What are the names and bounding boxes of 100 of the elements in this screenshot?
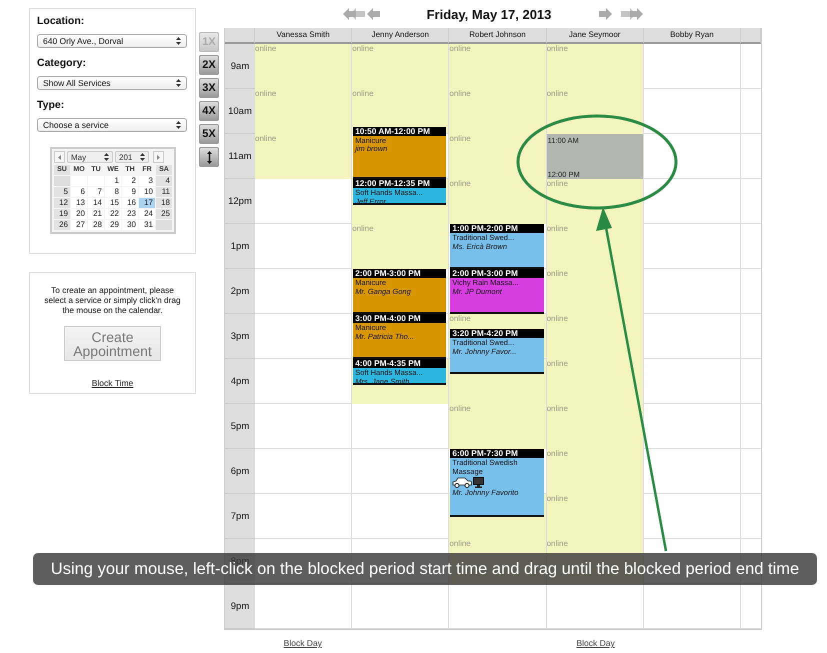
day-cell[interactable]: 24	[139, 209, 155, 219]
day-cell[interactable]: 3	[139, 176, 155, 186]
day-cell[interactable]: 26	[54, 220, 70, 230]
dropdown-arrows-icon	[176, 37, 181, 45]
day-cell[interactable]: 16	[122, 198, 138, 208]
dropdown-arrows-icon	[140, 153, 145, 161]
online-label: online	[546, 179, 568, 188]
day-cell[interactable]: 8	[105, 187, 121, 197]
online-label: online	[546, 269, 568, 278]
dropdown-arrows-icon	[176, 79, 181, 87]
date-title: Friday, May 17, 2013	[426, 6, 552, 22]
dropdown-arrows-icon	[176, 121, 181, 129]
filter-select[interactable]: 640 Orly Ave., Dorval	[37, 34, 187, 48]
day-cell[interactable]: 30	[122, 220, 138, 230]
day-cell[interactable]: 5	[54, 187, 70, 197]
online-label: online	[546, 359, 568, 368]
zoom-button[interactable]: 3X	[199, 78, 219, 98]
hour-label: 9pm	[230, 600, 250, 612]
day-cell[interactable]: 18	[156, 198, 172, 208]
online-label: online	[546, 404, 568, 413]
staff-header: Bobby Ryan	[644, 28, 741, 44]
hour-label: 10am	[228, 106, 252, 116]
appointment-time: 3:20 PM-4:20 PM	[450, 329, 544, 338]
month-select[interactable]: May	[67, 151, 113, 163]
day-cell[interactable]: 10	[139, 187, 155, 197]
online-label: online	[546, 44, 568, 53]
hour-label: 3pm	[230, 330, 250, 342]
day-cell[interactable]: 20	[71, 209, 87, 219]
expand-button[interactable]	[199, 147, 219, 167]
first-page-icon[interactable]	[342, 8, 365, 20]
hour-label: 4pm	[230, 376, 250, 386]
zoom-button[interactable]: 4X	[199, 101, 219, 121]
online-label: online	[449, 539, 471, 548]
filter-select[interactable]: Choose a service	[37, 118, 187, 132]
next-month-button[interactable]	[153, 151, 164, 163]
online-label: online	[255, 44, 276, 53]
time-slot-background[interactable]	[449, 516, 546, 539]
appointment-time: 4:00 PM-4:35 PM	[353, 359, 446, 368]
appointment-time: 2:00 PM-3:00 PM	[450, 269, 544, 278]
hour-label: 11am	[228, 150, 252, 162]
hour-label: 9am	[230, 60, 250, 72]
day-cell[interactable]: 4	[156, 176, 172, 186]
day-cell[interactable]: 31	[139, 220, 155, 230]
day-cell[interactable]: 9	[122, 187, 138, 197]
day-cell[interactable]: 6	[71, 187, 87, 197]
online-label: online	[352, 44, 374, 53]
car-icon	[452, 477, 472, 488]
staff-header: Jane Seymoor	[546, 28, 644, 44]
online-label: online	[449, 179, 471, 188]
day-cell[interactable]: 17	[139, 198, 155, 208]
day-cell[interactable]: 25	[156, 209, 172, 219]
online-label: online	[546, 314, 568, 323]
day-cell[interactable]: 13	[71, 198, 87, 208]
year-select[interactable]: 201	[115, 151, 149, 163]
appointment-time: 1:00 PM-2:00 PM	[450, 224, 544, 233]
time-slot[interactable]	[546, 584, 643, 629]
day-cell[interactable]: 29	[105, 220, 121, 230]
hour-label: 1pm	[230, 240, 250, 252]
block-day-link[interactable]: Block Day	[576, 638, 615, 648]
previous-month-button[interactable]	[54, 151, 65, 163]
day-cell[interactable]: 2	[122, 176, 138, 186]
day-cell[interactable]: 12	[54, 198, 70, 208]
online-label: online	[449, 404, 471, 413]
day-cell[interactable]: 21	[88, 209, 104, 219]
appointment-time: 3:00 PM-4:00 PM	[353, 314, 446, 323]
hour-label: 7pm	[230, 510, 250, 522]
zoom-button[interactable]: 5X	[199, 124, 219, 144]
day-cell[interactable]: 7	[88, 187, 104, 197]
appointment-time: 2:00 PM-3:00 PM	[353, 269, 446, 278]
next-day-icon[interactable]	[599, 8, 614, 20]
block-time-link[interactable]: Block Time	[92, 378, 134, 388]
online-label: online	[546, 224, 568, 233]
day-cell[interactable]: 22	[105, 209, 121, 219]
create-appointment-button[interactable]: Create Appointment	[64, 326, 161, 361]
day-cell[interactable]: 1	[105, 176, 121, 186]
day-cell[interactable]: 19	[54, 209, 70, 219]
left-arrow-icon	[58, 154, 61, 160]
online-label: online	[352, 224, 374, 233]
help-text: To create an appointment, please select a service or simply click'n drag the mouse on the calendar.	[43, 285, 182, 315]
monitor-icon	[473, 477, 484, 488]
dropdown-arrows-icon	[104, 153, 109, 161]
online-label: online	[449, 44, 471, 53]
block-day-link[interactable]: Block Day	[284, 638, 322, 648]
day-cell[interactable]: 15	[105, 198, 121, 208]
filter-select[interactable]: Show All Services	[37, 76, 187, 90]
day-cell[interactable]: 27	[71, 220, 87, 230]
online-label: online	[449, 314, 471, 323]
hour-label: 5pm	[230, 420, 250, 432]
day-cell[interactable]: 28	[88, 220, 104, 230]
last-page-icon[interactable]	[621, 8, 644, 20]
previous-day-icon[interactable]	[366, 8, 381, 20]
day-cell[interactable]: 14	[88, 198, 104, 208]
day-cell[interactable]: 23	[122, 209, 138, 219]
online-label: online	[449, 89, 471, 98]
day-cell[interactable]: 11	[156, 187, 172, 197]
online-label: online	[255, 89, 276, 98]
filter-label: Type:	[37, 99, 66, 111]
vertical-resize-icon	[206, 150, 212, 164]
zoom-button[interactable]: 2X	[199, 55, 219, 75]
online-label: online	[546, 89, 568, 98]
